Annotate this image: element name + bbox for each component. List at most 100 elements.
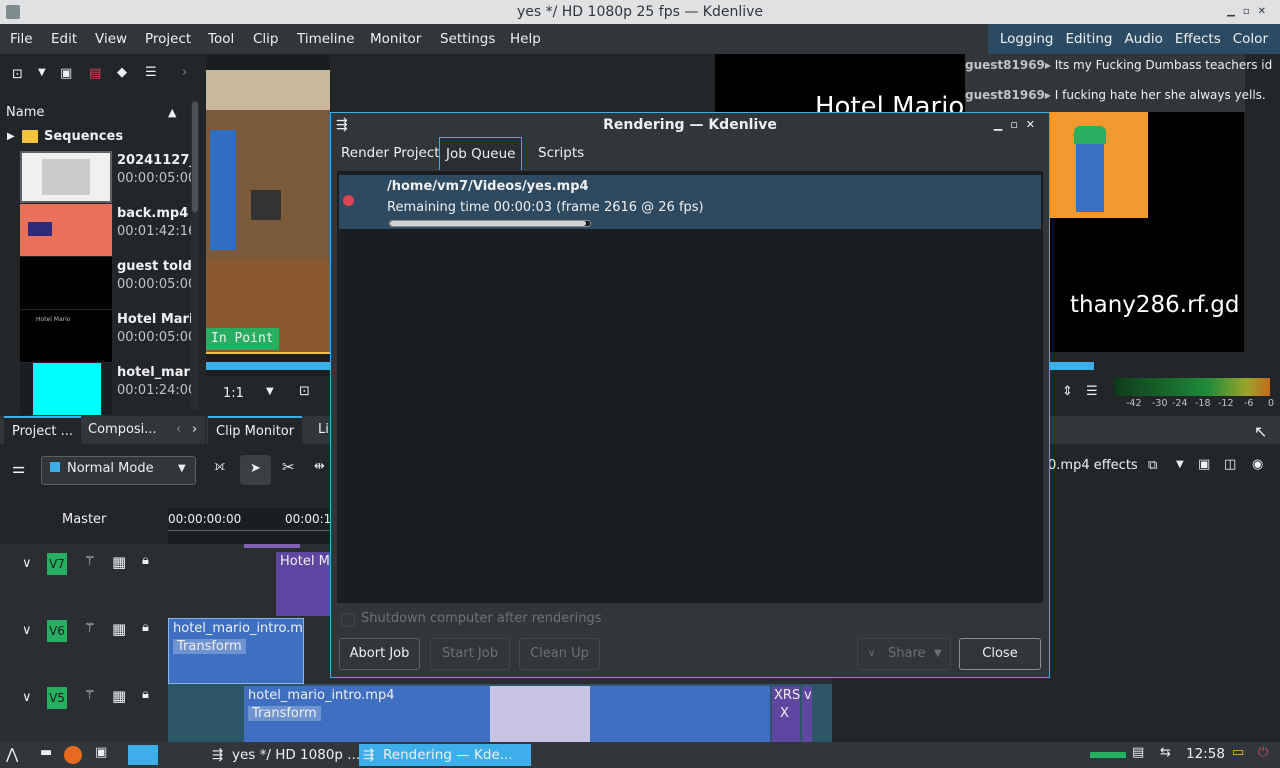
monitor-ruler[interactable] <box>1048 362 1094 370</box>
menu-tool[interactable]: Tool <box>208 24 234 54</box>
menu-view[interactable]: View <box>95 24 127 54</box>
share-button[interactable]: ∨ Share ▼ <box>857 638 951 670</box>
tab-compositions[interactable]: Composi... <box>80 416 165 444</box>
effects-wand-icon[interactable]: ⚚ <box>84 554 96 569</box>
chevron-down-icon[interactable]: ▼ <box>1176 459 1184 470</box>
spinner-icon[interactable]: ⇕ <box>1062 384 1073 399</box>
tab-render-project[interactable]: Render Project <box>335 137 446 169</box>
collapse-track-icon[interactable]: ∨ <box>22 623 32 638</box>
clip-monitor-ruler[interactable] <box>206 362 330 370</box>
hamburger-menu-icon[interactable]: ☰ <box>1086 384 1098 399</box>
bin-column-header[interactable]: Name ▲ <box>0 100 190 126</box>
start-menu-icon[interactable]: ⋀ <box>6 745 18 763</box>
render-job-row[interactable]: /home/vm7/Videos/yes.mp4 Remaining time … <box>339 175 1041 229</box>
compare-icon[interactable]: ⧉ <box>1148 458 1157 473</box>
abort-job-button[interactable]: Abort Job <box>339 638 420 670</box>
bin-item[interactable]: Hotel Mario Hotel Mari 00:00:05:00 <box>20 310 196 362</box>
layout-color[interactable]: Color <box>1227 24 1274 54</box>
track-header-v7[interactable]: ∨ V7 ⚚ ▦ 🔒︎ <box>0 544 168 610</box>
eye-icon[interactable]: ◉ <box>1252 457 1263 472</box>
chevron-right-icon[interactable]: › <box>182 65 187 80</box>
chevron-down-icon[interactable]: ▼ <box>266 386 274 397</box>
shutdown-checkbox[interactable] <box>341 613 355 627</box>
switch-user-icon[interactable]: ⇆ <box>1160 745 1171 760</box>
bin-item[interactable]: back.mp4 00:01:42:16 <box>20 204 196 256</box>
menu-monitor[interactable]: Monitor <box>370 24 421 54</box>
menu-edit[interactable]: Edit <box>51 24 77 54</box>
expand-arrow-icon[interactable]: ▶ <box>7 126 15 148</box>
network-icon[interactable]: ▤ <box>1132 745 1144 760</box>
film-icon[interactable]: ▦ <box>112 553 126 571</box>
project-monitor-lower[interactable]: thany286.rf.gd <box>1048 112 1244 352</box>
slip-tool-icon[interactable]: ⇹ <box>314 459 325 474</box>
split-view-icon[interactable]: ◫ <box>1224 457 1236 472</box>
chevron-down-icon[interactable]: ▼ <box>38 67 46 78</box>
job-queue-list[interactable]: /home/vm7/Videos/yes.mp4 Remaining time … <box>337 171 1043 603</box>
track-lane[interactable]: Hotel Ma <box>168 544 330 616</box>
add-clip-icon[interactable]: ⊡ <box>12 67 23 82</box>
timeline-clip[interactable]: Hotel Ma <box>276 552 330 616</box>
clean-up-button[interactable]: Clean Up <box>519 638 600 670</box>
delete-icon[interactable]: ▤ <box>89 66 101 81</box>
layout-effects[interactable]: Effects <box>1169 24 1227 54</box>
menu-clip[interactable]: Clip <box>253 24 279 54</box>
track-header-v6[interactable]: ∨ V6 ⚚ ▦ 🔒︎ <box>0 610 168 684</box>
selection-tool-button[interactable]: ➤ <box>240 455 271 485</box>
project-monitor-video[interactable]: Hotel Mario <box>715 54 965 122</box>
effects-wand-icon[interactable]: ⚚ <box>84 621 96 636</box>
lock-icon[interactable]: 🔒︎ <box>142 620 149 635</box>
timeline-clip[interactable]: v <box>802 686 812 742</box>
dialog-window-controls[interactable]: ▁▫✕ <box>994 113 1043 137</box>
menu-settings[interactable]: Settings <box>440 24 495 54</box>
sort-up-icon[interactable]: ▲ <box>168 100 176 126</box>
tag-icon[interactable]: ◆ <box>117 65 127 80</box>
file-manager-icon[interactable]: ▬ <box>40 745 52 760</box>
firefox-icon[interactable] <box>64 746 82 764</box>
notification-icon[interactable]: ▭ <box>1232 745 1244 760</box>
tab-job-queue[interactable]: Job Queue <box>439 137 523 170</box>
show-desktop-icon[interactable] <box>128 745 158 765</box>
timeline-clip[interactable]: XRS X <box>772 686 800 742</box>
fit-view-icon[interactable]: ⊡ <box>299 384 310 399</box>
timeline-clip[interactable]: hotel_mario_intro.mp Transform <box>168 618 304 684</box>
close-button[interactable]: Close <box>959 638 1041 670</box>
menu-timeline[interactable]: Timeline <box>297 24 354 54</box>
window-controls[interactable]: ▁▫✕ <box>1227 0 1274 24</box>
timeline-clip[interactable]: hotel_mario_intro.mp4 Transform <box>244 686 770 742</box>
chevron-right-icon[interactable]: › <box>192 422 197 437</box>
lock-icon[interactable]: 🔒︎ <box>142 553 149 568</box>
task-rendering[interactable]: ⇶ Rendering — Kde... <box>359 744 531 766</box>
menu-project[interactable]: Project <box>145 24 191 54</box>
bin-scrollbar[interactable] <box>191 100 199 410</box>
save-icon[interactable]: ▣ <box>1198 457 1210 472</box>
track-settings-icon[interactable]: ⚌ <box>12 459 25 477</box>
spacer-tool-icon[interactable]: ⟗ <box>214 459 225 474</box>
razor-tool-icon[interactable]: ✂ <box>282 458 295 476</box>
layout-logging[interactable]: Logging <box>994 24 1060 54</box>
collapse-track-icon[interactable]: ∨ <box>22 690 32 705</box>
layout-editing[interactable]: Editing <box>1059 24 1118 54</box>
folder-icon[interactable]: ▣ <box>95 745 107 760</box>
timeline-ruler[interactable]: 00:00:00:00 00:00:1 <box>168 508 331 544</box>
clip-monitor-video[interactable] <box>206 70 330 354</box>
chevron-left-icon[interactable]: ‹ <box>176 422 181 437</box>
tab-project-bin[interactable]: Project ... <box>4 416 82 446</box>
bin-item[interactable]: hotel_mari 00:01:24:00 <box>20 363 196 415</box>
edit-mode-select[interactable]: Normal Mode ▼ <box>41 456 196 485</box>
tab-scripts[interactable]: Scripts <box>532 137 590 169</box>
task-kdenlive-main[interactable]: ⇶ yes */ HD 1080p ... <box>208 744 376 766</box>
layout-audio[interactable]: Audio <box>1118 24 1168 54</box>
power-icon[interactable]: ⏻ <box>1258 745 1268 760</box>
start-job-button[interactable]: Start Job <box>430 638 510 670</box>
hamburger-menu-icon[interactable]: ☰ <box>145 65 157 80</box>
collapse-track-icon[interactable]: ∨ <box>22 556 32 571</box>
shutdown-checkbox-row[interactable]: Shutdown computer after renderings <box>341 611 641 631</box>
bin-item[interactable]: guest told 00:00:05:00 <box>20 257 196 309</box>
lock-icon[interactable]: 🔒︎ <box>142 687 149 702</box>
bin-item[interactable]: 20241127_ 00:00:05:00 <box>20 151 196 203</box>
sequences-folder[interactable]: ▶ Sequences <box>0 126 190 148</box>
effects-wand-icon[interactable]: ⚚ <box>84 688 96 703</box>
menu-help[interactable]: Help <box>510 24 541 54</box>
film-icon[interactable]: ▦ <box>112 687 126 705</box>
film-icon[interactable]: ▦ <box>112 620 126 638</box>
